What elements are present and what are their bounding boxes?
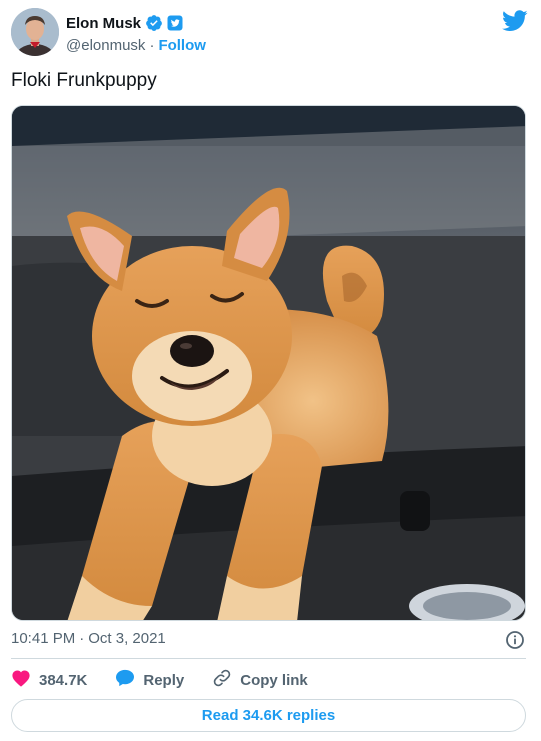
twitter-badge-icon xyxy=(167,15,183,31)
info-icon[interactable] xyxy=(505,630,525,650)
heart-icon xyxy=(11,669,39,691)
follow-link[interactable]: Follow xyxy=(158,37,206,54)
author-block: Elon Musk @elonmusk · Follow xyxy=(66,13,206,55)
copy-link-label: Copy link xyxy=(240,671,308,689)
reply-label: Reply xyxy=(143,671,185,689)
reply-button[interactable]: Reply xyxy=(115,669,184,691)
tweet-photo[interactable] xyxy=(11,105,526,621)
tweet-timestamp[interactable]: 10:41 PM · Oct 3, 2021 xyxy=(11,630,166,647)
speech-bubble-icon xyxy=(115,669,143,691)
tweet-header: Elon Musk @elonmusk · Follow xyxy=(11,8,530,58)
avatar[interactable] xyxy=(11,8,59,56)
twitter-bird-icon[interactable] xyxy=(502,10,528,32)
action-bar: 384.7K Reply Copy link xyxy=(11,669,336,691)
verified-badge-icon xyxy=(145,14,163,32)
display-name[interactable]: Elon Musk xyxy=(66,15,141,32)
separator-dot: · xyxy=(149,37,155,54)
like-button[interactable]: 384.7K xyxy=(11,669,87,691)
link-icon xyxy=(212,668,240,692)
embedded-tweet: Elon Musk @elonmusk · Follow Floki Frunk… xyxy=(0,0,541,741)
timestamp-separator: · xyxy=(79,630,85,647)
copy-link-button[interactable]: Copy link xyxy=(212,668,308,692)
name-row: Elon Musk xyxy=(66,13,206,33)
read-replies-button[interactable]: Read 34.6K replies xyxy=(11,699,526,732)
tweet-time: 10:41 PM xyxy=(11,630,76,647)
like-count: 384.7K xyxy=(39,671,88,689)
tweet-text: Floki Frunkpuppy xyxy=(11,70,157,91)
divider xyxy=(11,658,526,659)
handle-row: @elonmusk · Follow xyxy=(66,37,206,54)
handle[interactable]: @elonmusk xyxy=(66,37,145,54)
tweet-date: Oct 3, 2021 xyxy=(88,630,166,647)
